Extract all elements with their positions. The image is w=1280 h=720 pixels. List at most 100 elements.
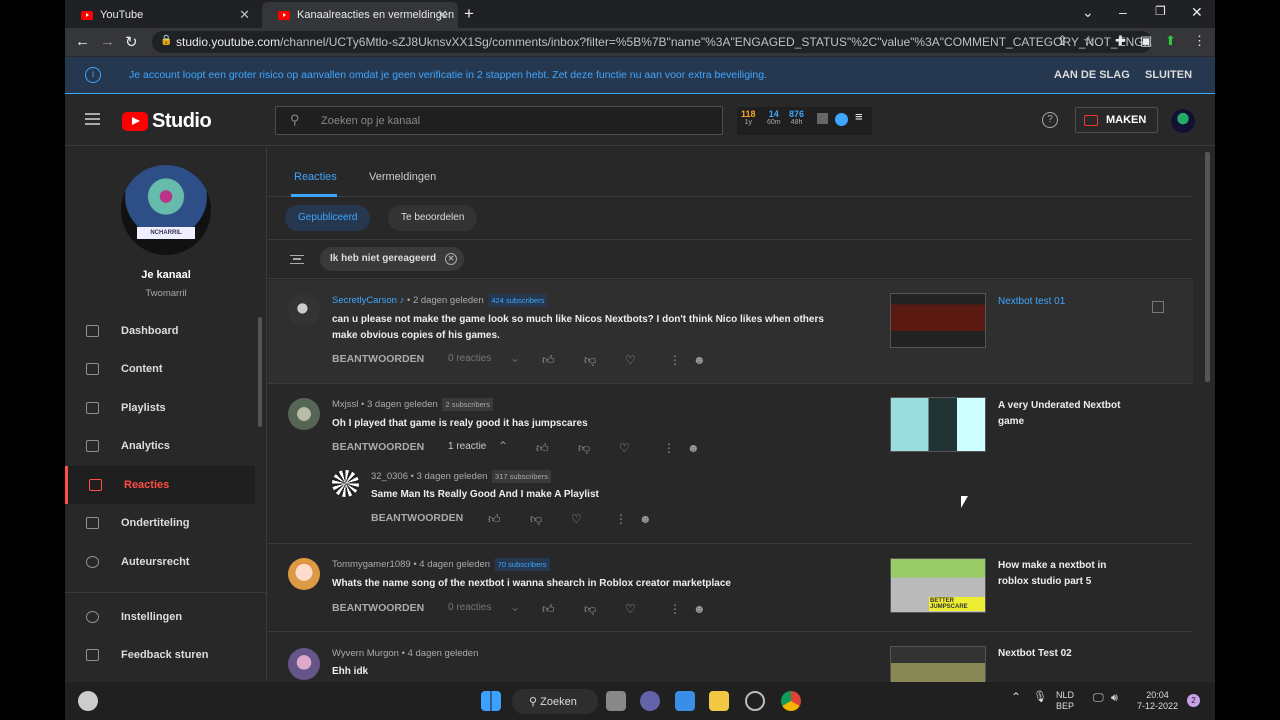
heart-icon[interactable]: ♡ <box>571 512 582 526</box>
comment-author[interactable]: Tommygamer1089 <box>332 559 411 570</box>
search-input[interactable]: ⚲ Zoeken op je kanaal <box>275 106 723 135</box>
star-icon[interactable]: ☆ <box>1083 33 1095 49</box>
dislike-icon[interactable]: 👎︎ <box>584 602 596 617</box>
replies-toggle[interactable]: 1 reactie <box>448 441 486 452</box>
chevron-up-icon[interactable]: ⌃ <box>1011 691 1021 703</box>
dislike-icon[interactable]: 👎︎ <box>584 353 596 368</box>
task-view-icon[interactable] <box>606 691 626 711</box>
video-title[interactable]: Nextbot Test 02 <box>998 646 1133 662</box>
more-icon[interactable]: ⋮ <box>663 441 675 455</box>
tab-youtube[interactable]: YouTube ✕ <box>65 2 260 28</box>
update-arrow-icon[interactable]: ⬆ <box>1165 33 1176 49</box>
close-window-icon[interactable]: ✕ <box>1191 4 1203 21</box>
forward-icon[interactable]: → <box>100 33 115 50</box>
emoji-icon[interactable]: ☻ <box>693 602 706 616</box>
sidebar-item-settings[interactable]: Instellingen <box>65 598 255 636</box>
sidebar-item-feedback[interactable]: Feedback sturen <box>65 636 255 674</box>
filter-chip[interactable]: Ik heb niet gereageerd ✕ <box>320 247 465 271</box>
store-icon[interactable] <box>675 691 695 711</box>
dislike-icon[interactable]: 👎︎ <box>578 441 590 456</box>
sidebar-item-dashboard[interactable]: Dashboard <box>65 312 255 350</box>
video-title[interactable]: How make a nextbot in roblox studio part… <box>998 558 1133 590</box>
clock[interactable]: 20:04 7-12-2022 <box>1137 690 1178 712</box>
microphone-icon[interactable]: 🎙︎ <box>1033 692 1047 703</box>
sidebar-item-comments[interactable]: Reacties <box>65 466 255 504</box>
avatar[interactable] <box>288 398 320 430</box>
emoji-icon[interactable]: ☻ <box>693 353 706 367</box>
language-indicator[interactable]: NLD BEP <box>1056 690 1074 712</box>
chip-review[interactable]: Te beoordelen <box>388 205 478 231</box>
close-icon[interactable]: ✕ <box>239 7 250 23</box>
avatar[interactable] <box>332 470 359 497</box>
reload-icon[interactable]: ↻ <box>125 33 138 51</box>
share-icon[interactable]: ⇪ <box>1057 33 1068 49</box>
main-scrollbar[interactable] <box>1205 152 1210 382</box>
like-icon[interactable]: 👍︎ <box>536 441 549 456</box>
video-thumbnail[interactable] <box>890 293 986 348</box>
realtime-stats[interactable]: 118 1y 14 60m 876 48h ≡ <box>737 107 872 135</box>
avatar[interactable] <box>288 648 320 680</box>
replies-toggle[interactable]: 0 reacties <box>448 353 491 364</box>
tab-mentions[interactable]: Vermeldingen <box>369 171 436 183</box>
network-icon[interactable]: 🖵 <box>1093 693 1104 704</box>
reply-button[interactable]: BEANTWOORDEN <box>332 353 424 365</box>
video-thumbnail[interactable] <box>890 397 986 452</box>
avatar[interactable] <box>288 294 320 326</box>
chrome-icon[interactable] <box>781 691 801 711</box>
taskbar-search[interactable]: ⚲ Zoeken <box>512 689 598 714</box>
emoji-icon[interactable]: ☻ <box>687 441 700 455</box>
chevron-down-icon[interactable]: ⌄ <box>1082 4 1094 21</box>
tab-comments[interactable]: Reacties <box>294 171 337 183</box>
external-link-icon[interactable] <box>1152 301 1164 313</box>
sidebar-item-subtitles[interactable]: Ondertiteling <box>65 504 255 542</box>
sidebar-item-analytics[interactable]: Analytics <box>65 427 255 465</box>
studio-logo[interactable]: Studio <box>122 110 212 133</box>
reply-button[interactable]: BEANTWOORDEN <box>332 602 424 614</box>
chevron-up-icon[interactable]: ⌃ <box>498 439 508 453</box>
sidebar-item-content[interactable]: Content <box>65 350 255 388</box>
video-title[interactable]: A very Underated Nextbot game <box>998 398 1133 430</box>
more-icon[interactable]: ⋮ <box>669 353 681 367</box>
sidebar-scrollbar[interactable] <box>258 317 262 427</box>
video-thumbnail[interactable]: BETTER JUMPSCARE <box>890 558 986 613</box>
banner-start-button[interactable]: AAN DE SLAG <box>1054 69 1130 81</box>
like-icon[interactable]: 👍︎ <box>488 512 501 527</box>
extensions-icon[interactable]: ✚ <box>1115 33 1126 49</box>
heart-icon[interactable]: ♡ <box>619 441 630 455</box>
more-icon[interactable]: ⋮ <box>669 602 681 616</box>
comment-author[interactable]: Mxjssl <box>332 399 358 410</box>
weather-icon[interactable] <box>78 691 98 711</box>
hamburger-icon[interactable] <box>85 113 100 125</box>
volume-icon[interactable]: 🔊︎ <box>1111 693 1118 704</box>
app-icon[interactable] <box>745 691 765 711</box>
heart-icon[interactable]: ♡ <box>625 353 636 367</box>
like-icon[interactable]: 👍︎ <box>542 602 555 617</box>
chat-icon[interactable] <box>640 691 660 711</box>
maximize-icon[interactable]: ❐ <box>1155 4 1166 18</box>
notification-badge[interactable]: 2 <box>1187 694 1200 707</box>
sidebar-item-playlists[interactable]: Playlists <box>65 389 255 427</box>
comment-author[interactable]: SecretlyCarson ♪ <box>332 295 404 306</box>
video-title[interactable]: Nextbot test 01 <box>998 294 1133 310</box>
help-icon[interactable]: ? <box>1042 112 1058 128</box>
filter-icon[interactable] <box>290 255 304 264</box>
tab-comments[interactable]: Kanaalreacties en vermeldingen ✕ <box>262 2 458 28</box>
chip-published[interactable]: Gepubliceerd <box>285 205 371 231</box>
close-icon[interactable]: ✕ <box>445 253 458 265</box>
more-icon[interactable]: ⋮ <box>615 512 627 526</box>
reply-button[interactable]: BEANTWOORDEN <box>371 512 463 524</box>
chevron-down-icon[interactable]: ⌄ <box>510 600 520 614</box>
reply-button[interactable]: BEANTWOORDEN <box>332 441 424 453</box>
dislike-icon[interactable]: 👎︎ <box>530 512 542 527</box>
windows-start-icon[interactable] <box>481 691 501 711</box>
replies-toggle[interactable]: 0 reacties <box>448 602 491 613</box>
video-thumbnail[interactable] <box>890 646 986 682</box>
back-icon[interactable]: ← <box>75 33 90 50</box>
banner-close-button[interactable]: SLUITEN <box>1145 69 1192 81</box>
menu-icon[interactable]: ⋮ <box>1193 33 1206 49</box>
sidebar-item-copyright[interactable]: Auteursrecht <box>65 543 255 581</box>
avatar[interactable] <box>288 558 320 590</box>
minimize-icon[interactable]: – <box>1119 4 1127 20</box>
create-button[interactable]: MAKEN <box>1075 107 1158 133</box>
list-icon[interactable]: ≡ <box>855 109 863 124</box>
